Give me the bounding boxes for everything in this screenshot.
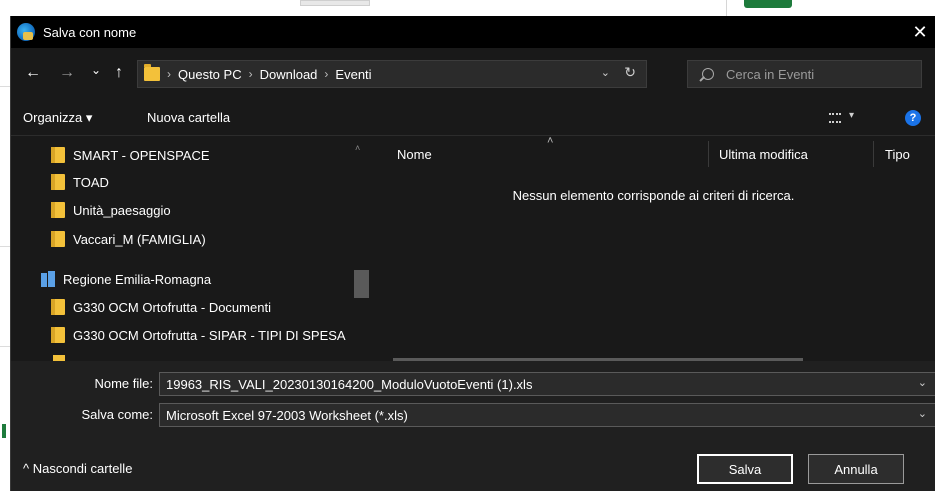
close-button[interactable]: ✕ [905, 16, 935, 48]
background-green-button [744, 0, 792, 8]
filename-label: Nome file: [94, 376, 153, 391]
filename-dropdown-chevron-icon[interactable]: ⌄ [918, 376, 927, 389]
app-icon [17, 23, 35, 41]
navigation-pane: SMART - OPENSPACE TOAD Unità_paesaggio V… [11, 137, 371, 355]
column-header-type[interactable]: Tipo [885, 147, 910, 162]
forward-arrow-icon[interactable]: → [59, 65, 75, 81]
refresh-icon[interactable]: ↻ [624, 64, 636, 81]
sidebar-item-label: Unità_paesaggio [73, 202, 171, 218]
address-bar[interactable]: › Questo PC › Download › Eventi ⌄ ↻ [137, 60, 647, 88]
column-header-name[interactable]: Nome [397, 147, 432, 162]
sidebar-item-g330-documenti[interactable]: G330 OCM Ortofrutta - Documenti [51, 296, 271, 318]
background-divider [726, 0, 727, 16]
search-placeholder: Cerca in Eventi [726, 66, 815, 82]
command-toolbar: Organizza ▾ Nuova cartella ▾ ? [11, 100, 935, 136]
search-box[interactable]: Cerca in Eventi [687, 60, 922, 88]
navigation-bar: ← → ⌄ ↑ › Questo PC › Download › Eventi … [11, 48, 935, 100]
sidebar-item-regione-emilia-romagna[interactable]: Regione Emilia-Romagna [41, 268, 211, 290]
column-divider[interactable] [873, 141, 874, 167]
breadcrumb-separator[interactable]: › [324, 67, 328, 81]
background-gridline [0, 346, 10, 347]
sidebar-item-label: TOAD [73, 174, 109, 190]
building-icon [41, 271, 55, 287]
folder-icon [144, 64, 160, 81]
background-gridline [0, 246, 10, 247]
scrollbar-thumb[interactable] [354, 270, 369, 298]
help-icon[interactable]: ? [905, 110, 921, 126]
help-label: ? [909, 112, 917, 124]
sidebar-item-g330-sipar[interactable]: G330 OCM Ortofrutta - SIPAR - TIPI DI SP… [51, 324, 351, 346]
folder-icon [51, 147, 65, 163]
sidebar-item-label: G330 OCM Ortofrutta - Documenti [73, 299, 271, 315]
save-type-dropdown-chevron-icon[interactable]: ⌄ [918, 407, 927, 420]
breadcrumb-download[interactable]: Download [260, 67, 318, 82]
column-header-row: ˄ Nome Ultima modifica Tipo [371, 135, 935, 171]
view-options-icon[interactable] [829, 113, 841, 123]
background-app-edge [0, 16, 10, 491]
cancel-button[interactable]: Annulla [808, 454, 904, 484]
save-button[interactable]: Salva [697, 454, 793, 484]
breadcrumb-questo-pc[interactable]: Questo PC [178, 67, 242, 82]
file-list-pane: ˄ Nome Ultima modifica Tipo Nessun eleme… [371, 135, 935, 355]
organize-button[interactable]: Organizza ▾ [23, 110, 92, 126]
sidebar-scrollbar[interactable]: ˄ [351, 137, 369, 355]
folder-icon [51, 327, 65, 343]
background-cell [300, 0, 370, 6]
breadcrumb-separator: › [167, 67, 171, 81]
sidebar-item-label: G330 OCM Ortofrutta - SIPAR - TIPI DI SP… [73, 327, 346, 343]
filename-value[interactable]: 19963_RIS_VALI_20230130164200_ModuloVuot… [166, 377, 532, 392]
dialog-titlebar[interactable]: Salva con nome ✕ [11, 16, 935, 48]
new-folder-button[interactable]: Nuova cartella [147, 110, 230, 125]
filename-field[interactable]: 19963_RIS_VALI_20230130164200_ModuloVuot… [159, 372, 935, 396]
sidebar-item-smart-openspace[interactable]: SMART - OPENSPACE [51, 144, 210, 166]
save-type-select[interactable]: Microsoft Excel 97-2003 Worksheet (*.xls… [159, 403, 935, 427]
folder-icon [51, 299, 65, 315]
background-app-strip [0, 0, 935, 16]
folder-icon [51, 231, 65, 247]
save-type-value[interactable]: Microsoft Excel 97-2003 Worksheet (*.xls… [166, 408, 408, 423]
dialog-footer: Nome file: 19963_RIS_VALI_20230130164200… [11, 361, 935, 491]
breadcrumb-eventi[interactable]: Eventi [335, 67, 371, 82]
column-header-modified[interactable]: Ultima modifica [719, 147, 808, 162]
view-options-caret-icon[interactable]: ▾ [849, 110, 854, 121]
folder-icon [51, 202, 65, 218]
background-gridline [0, 86, 10, 87]
empty-results-message: Nessun elemento corrisponde ai criteri d… [512, 188, 795, 203]
save-as-dialog: Salva con nome ✕ ← → ⌄ ↑ › Questo PC › D… [10, 16, 935, 491]
address-dropdown-chevron-icon[interactable]: ⌄ [601, 66, 610, 79]
hide-folders-button[interactable]: ^ Nascondi cartelle [23, 461, 132, 476]
sidebar-item-unita-paesaggio[interactable]: Unità_paesaggio [51, 199, 171, 221]
folder-icon [51, 174, 65, 190]
sidebar-item-toad[interactable]: TOAD [51, 171, 109, 193]
search-icon [702, 68, 714, 80]
dialog-title: Salva con nome [43, 24, 137, 40]
sidebar-item-label: Regione Emilia-Romagna [63, 271, 212, 287]
background-mark [2, 424, 6, 438]
sort-ascending-icon: ˄ [547, 135, 554, 147]
close-icon: ✕ [912, 21, 928, 42]
column-divider[interactable] [708, 141, 709, 167]
breadcrumb-separator[interactable]: › [249, 67, 253, 81]
sidebar-item-label: Vaccari_M (FAMIGLIA) [73, 231, 206, 247]
sidebar-item-vaccari-famiglia[interactable]: Vaccari_M (FAMIGLIA) [51, 228, 206, 250]
sidebar-item-label: SMART - OPENSPACE [73, 147, 210, 163]
scroll-up-icon[interactable]: ˄ [355, 143, 360, 153]
up-arrow-icon[interactable]: ↑ [115, 65, 123, 81]
back-arrow-icon[interactable]: ← [25, 65, 41, 81]
save-type-label: Salva come: [81, 407, 153, 422]
recent-locations-chevron-icon[interactable]: ⌄ [91, 62, 101, 78]
